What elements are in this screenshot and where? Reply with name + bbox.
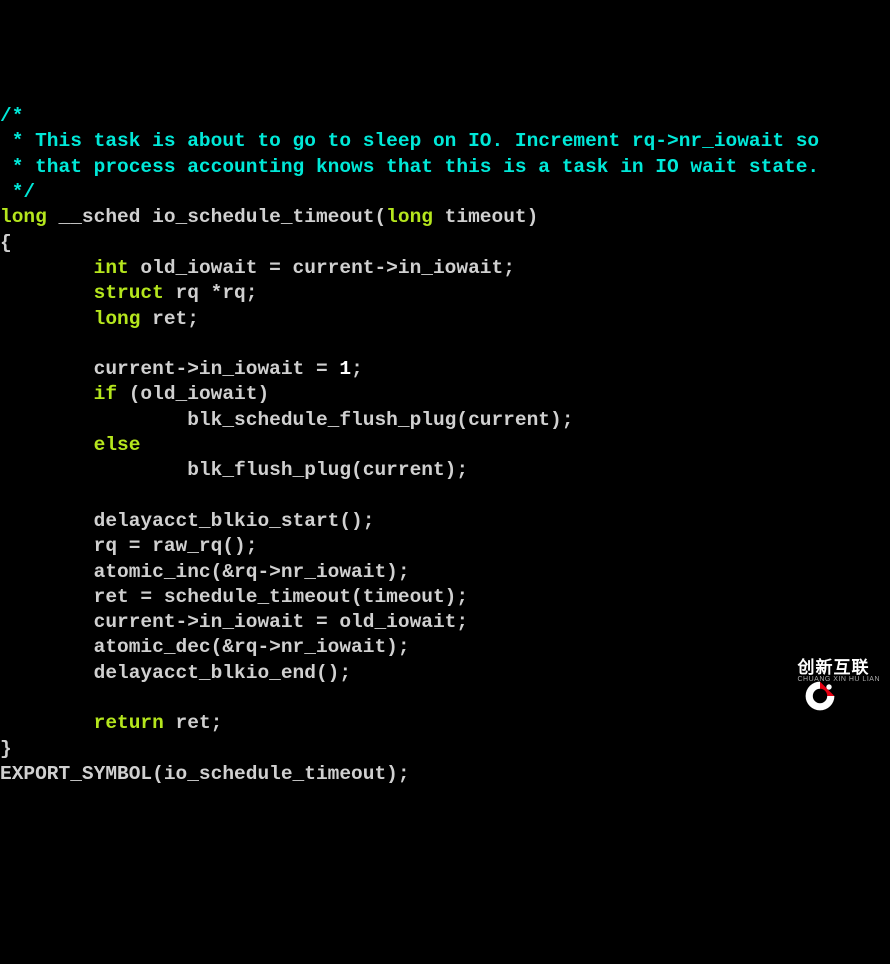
indent bbox=[0, 282, 94, 304]
code-text: ret; bbox=[164, 712, 223, 734]
keyword-long: long bbox=[0, 206, 47, 228]
code-text: current->in_iowait = old_iowait; bbox=[0, 611, 468, 633]
code-text: __sched io_schedule_timeout( bbox=[47, 206, 386, 228]
code-text: blk_schedule_flush_plug(current); bbox=[187, 409, 573, 431]
comment-line: * This task is about to go to sleep on I… bbox=[0, 130, 819, 152]
keyword-struct: struct bbox=[94, 282, 164, 304]
code-text: delayacct_blkio_start(); bbox=[0, 510, 374, 532]
code-text: rq = raw_rq(); bbox=[0, 535, 257, 557]
keyword-int: int bbox=[94, 257, 129, 279]
code-text: blk_flush_plug(current); bbox=[187, 459, 468, 481]
indent bbox=[0, 383, 94, 405]
indent bbox=[0, 409, 187, 431]
code-text: delayacct_blkio_end(); bbox=[0, 662, 351, 684]
indent bbox=[0, 459, 187, 481]
keyword-long: long bbox=[386, 206, 433, 228]
comment-line: */ bbox=[0, 181, 35, 203]
code-text: (old_iowait) bbox=[117, 383, 269, 405]
indent bbox=[0, 712, 94, 734]
keyword-long: long bbox=[94, 308, 141, 330]
comment-line: * that process accounting knows that thi… bbox=[0, 156, 819, 178]
code-text: rq *rq; bbox=[164, 282, 258, 304]
code-text: timeout) bbox=[433, 206, 538, 228]
keyword-return: return bbox=[94, 712, 164, 734]
brace: } bbox=[0, 738, 12, 760]
indent bbox=[0, 257, 94, 279]
code-text: ret = schedule_timeout(timeout); bbox=[0, 586, 468, 608]
comment-line: /* bbox=[0, 105, 23, 127]
code-text: EXPORT_SYMBOL(io_schedule_timeout); bbox=[0, 763, 410, 785]
code-text: current->in_iowait = bbox=[0, 358, 339, 380]
indent bbox=[0, 308, 94, 330]
logo-icon bbox=[755, 653, 791, 689]
logo-chinese: 创新互联 bbox=[797, 659, 880, 676]
watermark-logo: 创新互联 CHUANG XIN HU LIAN bbox=[755, 653, 880, 689]
code-text: old_iowait = current->in_iowait; bbox=[129, 257, 515, 279]
code-text: atomic_dec(&rq->nr_iowait); bbox=[0, 636, 410, 658]
code-text: ; bbox=[351, 358, 363, 380]
code-text: atomic_inc(&rq->nr_iowait); bbox=[0, 561, 410, 583]
brace: { bbox=[0, 232, 12, 254]
keyword-if: if bbox=[94, 383, 117, 405]
indent bbox=[0, 434, 94, 456]
number-literal: 1 bbox=[339, 358, 351, 380]
keyword-else: else bbox=[94, 434, 141, 456]
code-text: ret; bbox=[140, 308, 199, 330]
